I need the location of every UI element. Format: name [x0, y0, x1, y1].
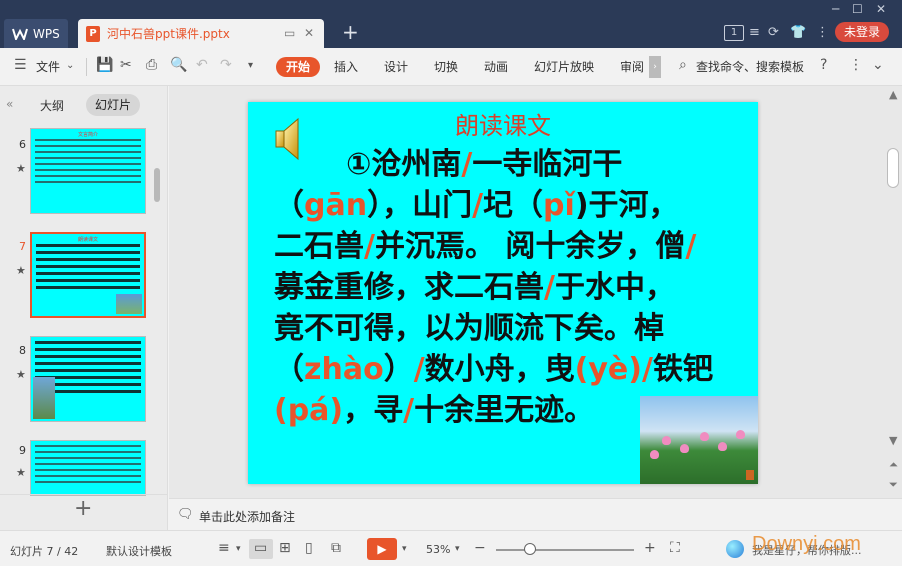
add-slide-plus-icon[interactable]: + — [74, 498, 92, 520]
more-icon[interactable]: ⋮ — [816, 25, 829, 40]
ppt-file-icon: P — [86, 25, 100, 42]
thumbnail-title: 朗读课文 — [77, 237, 98, 243]
redo-icon[interactable]: ↷ — [220, 57, 232, 73]
zoom-slider[interactable] — [496, 549, 634, 551]
command-search[interactable]: 查找命令、搜索模板 — [696, 58, 804, 75]
menu-lines-icon[interactable]: ≡ — [749, 25, 760, 40]
navigator-header: « 大纲 幻灯片 — [0, 86, 168, 120]
editor-scrollbar[interactable] — [887, 148, 899, 188]
zoom-out-icon[interactable]: − — [474, 540, 486, 556]
play-slideshow-button[interactable]: ▶ — [367, 538, 397, 560]
more-options-icon[interactable]: ⋮ — [849, 57, 863, 73]
seal-stamp-icon — [746, 470, 754, 480]
normal-view-icon[interactable]: ▭ — [254, 540, 267, 556]
tab-slides[interactable]: 幻灯片 — [86, 94, 140, 116]
save-icon[interactable]: 💾 — [96, 57, 113, 73]
slide-title[interactable]: 朗读课文 — [248, 106, 758, 141]
thumbnail-number: 7 — [19, 240, 26, 253]
chevron-down-icon[interactable]: ▾ — [402, 544, 407, 554]
slide-editor[interactable]: 朗读课文 ①沧州南/一寺临河干 （gān），山门/圮（pǐ)于河， 二石兽/并沉… — [169, 86, 902, 498]
thumbnail-number: 9 — [19, 444, 26, 457]
star-icon: ★ — [16, 162, 26, 175]
star-icon: ★ — [16, 264, 26, 277]
collapse-ribbon-icon[interactable]: ⌄ — [872, 57, 884, 73]
collapse-panel-icon[interactable]: « — [6, 97, 13, 111]
document-tab[interactable]: P 河中石兽ppt课件.pptx ▭ ✕ — [78, 19, 324, 48]
minimize-icon[interactable]: ─ — [832, 2, 839, 16]
ribbon-toolbar: ☰ 文件 ⌄ 💾 ✂ ⎙ 🔍 ↶ ↷ ▾ 开始 插入 设计 切换 动画 幻灯片放… — [0, 48, 902, 86]
thumbnail-number: 6 — [19, 138, 26, 151]
chevron-down-icon[interactable]: ⌄ — [66, 60, 74, 71]
chevron-down-icon[interactable]: ▾ — [236, 544, 241, 554]
title-bar: ─ ☐ ✕ WPS P 河中石兽ppt课件.pptx ▭ ✕ + 1 ≡ ⟳ 👕… — [0, 0, 902, 48]
tab-home[interactable]: 开始 — [276, 57, 320, 77]
cut-icon[interactable]: ✂ — [120, 57, 132, 73]
star-icon: ★ — [16, 466, 26, 479]
reading-view-icon[interactable]: ▯ — [305, 540, 313, 556]
sorter-view-icon[interactable]: ⊞ — [279, 540, 291, 556]
tab-design[interactable]: 设计 — [384, 58, 408, 75]
slide-body-text[interactable]: ①沧州南/一寺临河干 （gān），山门/圮（pǐ)于河， 二石兽/并沉焉。 阅十… — [274, 144, 744, 431]
hamburger-menu-icon[interactable]: ☰ — [14, 57, 27, 73]
document-tab-label: 河中石兽ppt课件.pptx — [107, 27, 230, 41]
zoom-level[interactable]: 53% — [426, 543, 450, 556]
skin-icon[interactable]: 👕 — [790, 25, 806, 40]
slide-thumbnail[interactable]: 文言简介 — [30, 128, 146, 214]
tab-insert[interactable]: 插入 — [334, 58, 358, 75]
navigator-scrollbar[interactable] — [154, 168, 160, 202]
tab-outline[interactable]: 大纲 — [40, 97, 64, 114]
prev-slide-icon[interactable]: ⏶ — [889, 458, 898, 472]
scroll-up-icon[interactable]: ▲ — [889, 88, 897, 101]
screen-icon[interactable]: ▭ — [284, 26, 295, 40]
close-window-icon[interactable]: ✕ — [876, 2, 886, 16]
wps-tab-label: WPS — [33, 26, 60, 41]
close-tab-icon[interactable]: ✕ — [304, 26, 314, 40]
window-count-badge[interactable]: 1 — [724, 25, 744, 41]
slide-thumbnail-active[interactable]: 朗读课文 — [30, 232, 146, 318]
chevron-down-icon[interactable]: ▾ — [455, 544, 460, 554]
zoom-in-icon[interactable]: + — [644, 540, 656, 556]
wps-logo-icon — [12, 28, 28, 42]
assistant-icon[interactable] — [726, 540, 744, 558]
ribbon-scroll-right-icon[interactable]: › — [649, 56, 661, 78]
current-slide[interactable]: 朗读课文 ①沧州南/一寺临河干 （gān），山门/圮（pǐ)于河， 二石兽/并沉… — [248, 102, 758, 484]
tab-review[interactable]: 审阅 — [620, 58, 644, 75]
notes-view-icon[interactable]: ≡ — [218, 540, 230, 556]
notes-bar[interactable]: 🗨 单击此处添加备注 — [169, 498, 902, 530]
slide-position: 幻灯片 7 / 42 — [10, 545, 79, 558]
quick-access-dropdown-icon[interactable]: ▾ — [248, 60, 253, 71]
slide-thumbnail[interactable] — [30, 440, 146, 496]
tab-animation[interactable]: 动画 — [484, 58, 508, 75]
presenter-view-icon[interactable]: ⧉ — [331, 540, 341, 556]
help-icon[interactable]: ? — [820, 57, 827, 73]
notes-placeholder[interactable]: 单击此处添加备注 — [199, 508, 295, 525]
template-name[interactable]: 默认设计模板 — [106, 543, 172, 559]
login-button[interactable]: 未登录 — [835, 22, 889, 42]
search-icon: ⌕ — [679, 57, 687, 73]
scroll-down-icon[interactable]: ▼ — [889, 434, 897, 447]
wps-home-tab[interactable]: WPS — [4, 19, 68, 48]
maximize-icon[interactable]: ☐ — [852, 2, 863, 16]
status-bar: 幻灯片 7 / 42 默认设计模板 ≡ ▾ ▭ ⊞ ▯ ⧉ ▶ ▾ 53% ▾ … — [0, 530, 902, 566]
sync-icon[interactable]: ⟳ — [768, 25, 779, 40]
next-slide-icon[interactable]: ⏷ — [889, 478, 898, 492]
fit-window-icon[interactable]: ⛶ — [670, 540, 680, 556]
print-icon[interactable]: ⎙ — [146, 57, 157, 73]
star-icon: ★ — [16, 368, 26, 381]
watermark-logo: Downyi.com — [752, 533, 861, 555]
zoom-slider-handle[interactable] — [524, 543, 536, 555]
slide-thumbnail[interactable] — [30, 336, 146, 422]
thumbnail-title: 文言简介 — [77, 132, 98, 138]
tab-slideshow[interactable]: 幻灯片放映 — [534, 58, 594, 75]
print-preview-icon[interactable]: 🔍 — [170, 57, 187, 73]
undo-icon[interactable]: ↶ — [196, 57, 208, 73]
tab-transition[interactable]: 切换 — [434, 58, 458, 75]
file-menu[interactable]: 文件 — [36, 58, 60, 75]
new-tab-plus-icon[interactable]: + — [342, 22, 359, 42]
slide-navigator: « 大纲 幻灯片 6 ★ 文言简介 7 ★ 朗读课文 8 ★ 9 ★ + — [0, 86, 168, 530]
notes-icon: 🗨 — [177, 507, 194, 522]
lotus-image[interactable] — [640, 396, 758, 484]
thumbnail-number: 8 — [19, 344, 26, 357]
